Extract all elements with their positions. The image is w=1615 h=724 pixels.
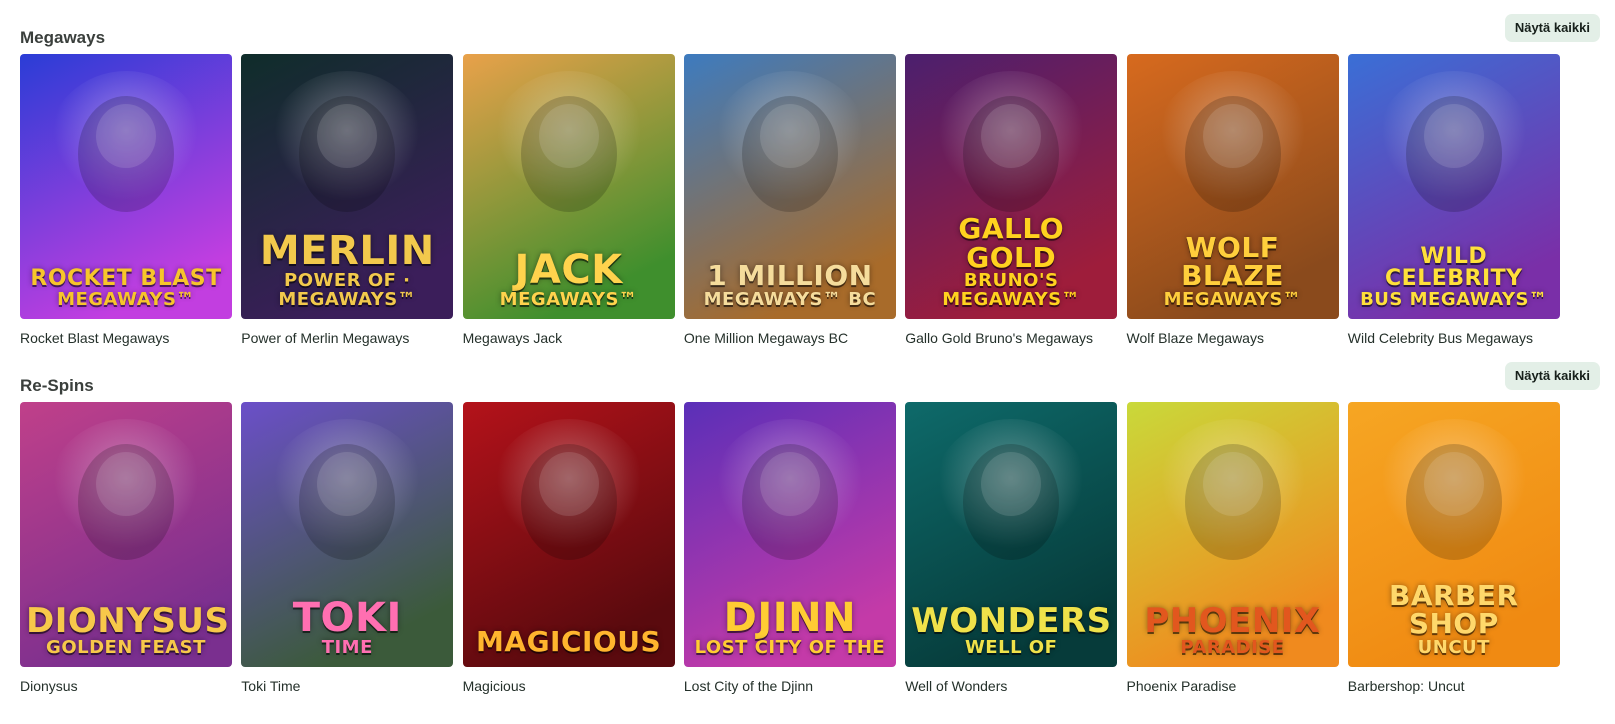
game-title[interactable]: Rocket Blast Megaways [20,330,232,346]
game-logo-subtitle: WELL OF [964,636,1058,658]
game-grid: ROCKET BLAST MEGAWAYS™ Rocket Blast Megawa… [20,54,1600,354]
game-logo: DJINN LOST CITY OF THE [690,598,890,657]
game-logo: WOLF BLAZE MEGAWAYS™ [1133,230,1333,310]
game-thumbnail[interactable]: 1 MILLION MEGAWAYS™ BC [683,54,896,319]
game-logo-subtitle: MEGAWAYS™ BC [703,288,877,310]
section-header: Re-Spins Näytä kaikki [20,362,1600,402]
game-thumbnail[interactable]: DJINN LOST CITY OF THE [683,402,896,667]
game-logo: TOKI TIME [247,598,447,657]
game-thumbnail[interactable]: PHOENIX PARADISE [1126,402,1339,667]
game-logo: GALLO GOLD BRUNO'S MEGAWAYS™ [911,212,1111,310]
game-logo-title: MERLIN [259,228,435,275]
game-logo-title: JACK [514,246,623,293]
game-logo-subtitle: MEGAWAYS™ [499,288,638,310]
game-logo: MERLIN POWER OF · MEGAWAYS™ [247,231,447,309]
game-logo-title: DJINN [723,594,857,641]
game-logo-title: WONDERS [911,600,1112,641]
game-title[interactable]: Wolf Blaze Megaways [1127,330,1339,346]
game-title[interactable]: Megaways Jack [463,330,675,346]
game-logo: ROCKET BLAST MEGAWAYS™ [26,266,226,310]
game-logo: WONDERS WELL OF [911,604,1111,657]
game-thumbnail[interactable]: WOLF BLAZE MEGAWAYS™ [1126,54,1339,319]
game-title[interactable]: Gallo Gold Bruno's Megaways [905,330,1117,346]
game-logo-subtitle: MEGAWAYS™ [57,288,195,310]
game-logo: BARBER SHOP UNCUT [1354,578,1554,658]
game-tile[interactable]: WOLF BLAZE MEGAWAYS™ Wolf Blaze Megaways [1126,54,1339,346]
game-thumbnail[interactable]: MAGICIOUS [462,402,675,667]
game-title[interactable]: Phoenix Paradise [1127,678,1339,694]
game-logo-subtitle: BUS MEGAWAYS™ [1360,288,1548,310]
game-logo-subtitle: GOLDEN FEAST [46,636,206,658]
game-logo: DIONYSUS GOLDEN FEAST [26,600,230,658]
game-logo: WILD CELEBRITY BUS MEGAWAYS™ [1354,243,1554,310]
game-logo-title: MAGICIOUS [476,625,662,659]
game-grid: DIONYSUS GOLDEN FEAST Dionysus TOKI TIME Toki… [20,402,1600,702]
game-tile[interactable]: 1 MILLION MEGAWAYS™ BC One Million Megaway… [683,54,896,346]
game-tile[interactable]: MAGICIOUS Magicious [462,402,675,694]
game-title[interactable]: Wild Celebrity Bus Megaways [1348,330,1560,346]
game-thumbnail[interactable]: ROCKET BLAST MEGAWAYS™ [20,54,232,319]
section-megaways: Megaways Näytä kaikki ROCKET BLAST MEGAWA… [20,14,1600,354]
game-logo: MAGICIOUS [469,628,669,657]
section-title: Re-Spins [20,376,94,395]
game-title[interactable]: Dionysus [20,678,232,694]
game-logo-title: PHOENIX [1144,600,1321,641]
game-tile[interactable]: BARBER SHOP UNCUT Barbershop: Uncut [1347,402,1560,694]
game-title[interactable]: Toki Time [241,678,453,694]
game-logo: 1 MILLION MEGAWAYS™ BC [690,262,890,309]
section-header: Megaways Näytä kaikki [20,14,1600,54]
game-logo-title: TOKI [292,594,402,641]
game-tile[interactable]: MERLIN POWER OF · MEGAWAYS™ Power of Merli… [241,54,454,346]
game-logo-subtitle: PARADISE [1180,636,1285,658]
game-thumbnail[interactable]: WONDERS WELL OF [905,402,1118,667]
game-thumbnail[interactable]: MERLIN POWER OF · MEGAWAYS™ [241,54,454,319]
game-logo-subtitle: POWER OF · MEGAWAYS™ [278,270,417,310]
game-thumbnail[interactable]: DIONYSUS GOLDEN FEAST [20,402,232,667]
game-title[interactable]: Well of Wonders [905,678,1117,694]
game-logo-title: WILD CELEBRITY [1385,243,1523,292]
game-thumbnail[interactable]: BARBER SHOP UNCUT [1347,402,1560,667]
game-logo-subtitle: MEGAWAYS™ [1163,288,1302,310]
game-logo-subtitle: UNCUT [1417,636,1490,658]
game-logo-subtitle: LOST CITY OF THE [694,636,886,658]
game-thumbnail[interactable]: TOKI TIME [241,402,454,667]
game-logo-title: DIONYSUS [26,600,230,641]
game-tile[interactable]: GALLO GOLD BRUNO'S MEGAWAYS™ Gallo Gold Br… [905,54,1118,346]
game-tile[interactable]: DIONYSUS GOLDEN FEAST Dionysus [20,402,232,694]
game-logo: JACK MEGAWAYS™ [469,250,669,309]
game-title[interactable]: Lost City of the Djinn [684,678,896,694]
game-logo-title: GALLO GOLD [958,212,1064,274]
game-title[interactable]: One Million Megaways BC [684,330,896,346]
game-thumbnail[interactable]: WILD CELEBRITY BUS MEGAWAYS™ [1347,54,1560,319]
game-logo-subtitle: BRUNO'S MEGAWAYS™ [942,270,1081,310]
game-title[interactable]: Power of Merlin Megaways [241,330,453,346]
section-title: Megaways [20,28,106,47]
game-thumbnail[interactable]: GALLO GOLD BRUNO'S MEGAWAYS™ [905,54,1118,319]
game-tile[interactable]: PHOENIX PARADISE Phoenix Paradise [1126,402,1339,694]
game-logo-title: 1 MILLION [707,259,873,293]
game-logo: PHOENIX PARADISE [1133,604,1333,657]
game-title[interactable]: Magicious [463,678,675,694]
game-logo-title: ROCKET BLAST [30,266,222,292]
game-tile[interactable]: WONDERS WELL OF Well of Wonders [905,402,1118,694]
section-re-spins: Re-Spins Näytä kaikki DIONYSUS GOLDEN FEA… [20,362,1600,702]
game-tile[interactable]: TOKI TIME Toki Time [241,402,454,694]
game-tile[interactable]: DJINN LOST CITY OF THE Lost City of the Dj… [683,402,896,694]
game-logo-title: WOLF BLAZE [1181,230,1284,293]
game-tile[interactable]: ROCKET BLAST MEGAWAYS™ Rocket Blast Megawa… [20,54,232,346]
game-tile[interactable]: JACK MEGAWAYS™ Megaways Jack [462,54,675,346]
game-thumbnail[interactable]: JACK MEGAWAYS™ [462,54,675,319]
game-logo-subtitle: TIME [321,636,373,658]
game-title[interactable]: Barbershop: Uncut [1348,678,1560,694]
view-all-button[interactable]: Näytä kaikki [1504,14,1600,42]
game-tile[interactable]: WILD CELEBRITY BUS MEGAWAYS™ Wild Celebrit… [1347,54,1560,346]
game-logo-title: BARBER SHOP [1388,578,1519,641]
view-all-button[interactable]: Näytä kaikki [1504,362,1600,390]
